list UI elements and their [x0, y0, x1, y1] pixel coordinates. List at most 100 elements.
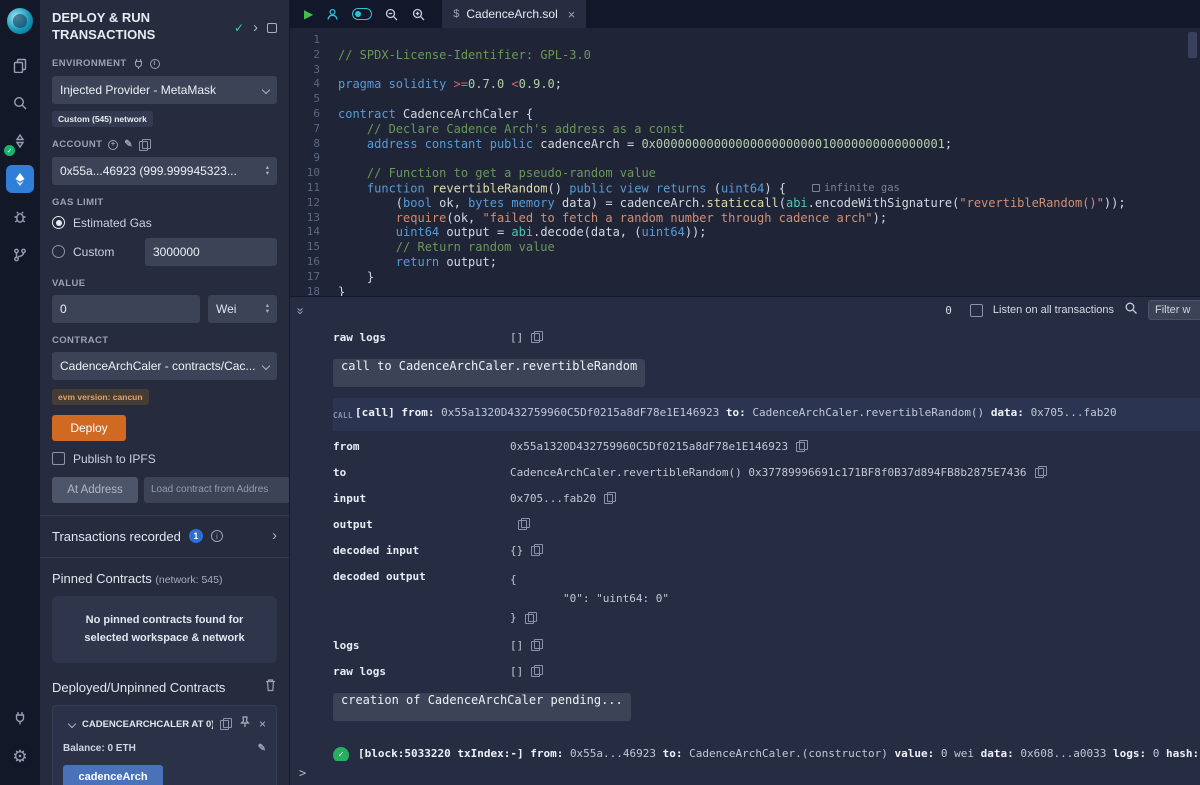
terminal-line[interactable]: toCadenceArchCaler.revertibleRandom() 0x…	[333, 460, 1200, 486]
editor-scrollbar[interactable]	[1188, 32, 1197, 58]
zoom-out-icon[interactable]	[384, 7, 399, 22]
code-line[interactable]: 17 }	[290, 270, 1200, 285]
pin-icon[interactable]	[239, 715, 251, 733]
info-icon[interactable]: i	[211, 530, 223, 542]
at-address-button[interactable]: At Address	[52, 477, 138, 503]
fn-button-cadencearch[interactable]: cadenceArch	[63, 765, 163, 785]
code-line[interactable]: 2// SPDX-License-Identifier: GPL-3.0	[290, 48, 1200, 63]
user-icon[interactable]	[325, 7, 340, 22]
add-account-icon[interactable]: +	[108, 140, 118, 150]
terminal-line[interactable]: call to CadenceArchCaler.revertibleRando…	[333, 351, 1200, 395]
plugin-manager-icon[interactable]	[6, 704, 34, 732]
terminal-line[interactable]: from0x55a1320D432759960C5Df0215a8dF78e1E…	[333, 434, 1200, 460]
terminal-filter-input[interactable]	[1148, 300, 1200, 320]
code-line[interactable]: 14 uint64 output = abi.decode(data, (uin…	[290, 225, 1200, 240]
line-number[interactable]: 14	[290, 225, 338, 240]
terminal-collapse-icon[interactable]: »	[294, 307, 309, 313]
value-unit-select[interactable]: Wei ▴▾	[208, 295, 277, 323]
debugger-icon[interactable]	[6, 203, 34, 231]
code-line[interactable]: 10 // Function to get a pseudo-random va…	[290, 166, 1200, 181]
chevron-right-icon[interactable]: ›	[253, 22, 258, 34]
line-number[interactable]: 6	[290, 107, 338, 122]
code-line[interactable]: 18}	[290, 285, 1200, 296]
git-icon[interactable]	[6, 241, 34, 269]
code-line[interactable]: 6contract CadenceArchCaler {	[290, 107, 1200, 122]
info-icon[interactable]: i	[150, 59, 160, 69]
at-address-input[interactable]	[144, 477, 289, 503]
terminal-line[interactable]: CALL[call] from: 0x55a1320D432759960C5Df…	[333, 398, 1200, 431]
remix-logo[interactable]	[7, 8, 33, 34]
code-line[interactable]: 13 require(ok, "failed to fetch a random…	[290, 211, 1200, 226]
edit-icon[interactable]: ✎	[124, 139, 133, 150]
gas-custom-input[interactable]	[145, 238, 277, 266]
search-icon[interactable]	[1124, 301, 1138, 320]
code-line[interactable]: 16 return output;	[290, 255, 1200, 270]
environment-select[interactable]: Injected Provider - MetaMask	[52, 76, 277, 104]
terminal-line[interactable]: creation of CadenceArchCaler pending...	[333, 685, 1200, 729]
line-number[interactable]: 3	[290, 63, 338, 78]
evm-version-badge[interactable]: evm version: cancun	[52, 389, 149, 405]
code-line[interactable]: 3	[290, 63, 1200, 78]
toggle-icon[interactable]	[352, 8, 372, 20]
line-number[interactable]: 5	[290, 92, 338, 107]
deployed-contract-header[interactable]: CADENCEARCHCALER AT 0)	[82, 719, 213, 730]
gas-custom-radio[interactable]: Custom	[52, 245, 114, 259]
code-line[interactable]: 11 function revertibleRandom() public vi…	[290, 181, 1200, 196]
value-input[interactable]	[52, 295, 200, 323]
code-line[interactable]: 7 // Declare Cadence Arch's address as a…	[290, 122, 1200, 137]
file-explorer-icon[interactable]	[6, 51, 34, 79]
close-tab-icon[interactable]: ×	[568, 7, 576, 22]
account-select[interactable]: 0x55a...46923 (999.999945323... ▴▾	[52, 157, 277, 185]
code-line[interactable]: 8 address constant public cadenceArch = …	[290, 137, 1200, 152]
copy-icon[interactable]	[220, 718, 231, 730]
line-number[interactable]: 4	[290, 77, 338, 92]
gas-estimated-radio[interactable]: Estimated Gas	[52, 216, 277, 230]
line-number[interactable]: 16	[290, 255, 338, 270]
copy-icon[interactable]	[518, 518, 529, 530]
run-script-icon[interactable]: ▶	[304, 8, 313, 20]
edit-balance-icon[interactable]: ✎	[258, 743, 266, 754]
terminal-line[interactable]: decoded output{ "0": "uint64: 0"}	[333, 564, 1200, 633]
line-number[interactable]: 18	[290, 285, 338, 296]
transactions-recorded-row[interactable]: Transactions recorded 1 i ›	[52, 529, 277, 544]
settings-icon[interactable]: ⚙	[6, 742, 34, 770]
publish-ipfs-checkbox[interactable]: Publish to IPFS	[52, 452, 277, 466]
copy-icon[interactable]	[604, 492, 615, 504]
close-icon[interactable]: ×	[259, 719, 266, 729]
copy-icon[interactable]	[531, 331, 542, 343]
copy-icon[interactable]	[531, 665, 542, 677]
copy-icon[interactable]	[139, 139, 150, 151]
terminal-line[interactable]: raw logs[]	[333, 325, 1200, 351]
copy-icon[interactable]	[531, 544, 542, 556]
code-line[interactable]: 9	[290, 151, 1200, 166]
copy-icon[interactable]	[1035, 466, 1046, 478]
trash-icon[interactable]	[264, 678, 277, 697]
line-number[interactable]: 13	[290, 211, 338, 226]
line-number[interactable]: 1	[290, 33, 338, 48]
code-line[interactable]: 1	[290, 33, 1200, 48]
line-number[interactable]: 7	[290, 122, 338, 137]
code-line[interactable]: 15 // Return random value	[290, 240, 1200, 255]
line-number[interactable]: 12	[290, 196, 338, 211]
pin-panel-icon[interactable]	[267, 23, 277, 33]
line-number[interactable]: 15	[290, 240, 338, 255]
plug-icon[interactable]	[133, 58, 144, 70]
line-number[interactable]: 10	[290, 166, 338, 181]
terminal-line[interactable]: raw logs[]	[333, 659, 1200, 685]
copy-icon[interactable]	[525, 612, 536, 624]
line-number[interactable]: 2	[290, 48, 338, 63]
tab-cadencearch-sol[interactable]: $ CadenceArch.sol ×	[442, 0, 586, 28]
zoom-in-icon[interactable]	[411, 7, 426, 22]
chevron-down-icon[interactable]	[68, 720, 76, 728]
code-line[interactable]: 4pragma solidity >=0.7.0 <0.9.0;	[290, 77, 1200, 92]
copy-icon[interactable]	[796, 440, 807, 452]
terminal-line[interactable]: ✓[block:5033220 txIndex:-] from: 0x55a..…	[333, 741, 1200, 761]
line-number[interactable]: 8	[290, 137, 338, 152]
deploy-run-icon[interactable]	[6, 165, 34, 193]
terminal-prompt[interactable]: >	[299, 766, 306, 780]
chevron-right-icon[interactable]: ›	[272, 530, 277, 542]
line-number[interactable]: 17	[290, 270, 338, 285]
listen-all-checkbox[interactable]	[970, 304, 983, 317]
copy-icon[interactable]	[531, 639, 542, 651]
contract-select[interactable]: CadenceArchCaler - contracts/Cac...	[52, 352, 277, 380]
